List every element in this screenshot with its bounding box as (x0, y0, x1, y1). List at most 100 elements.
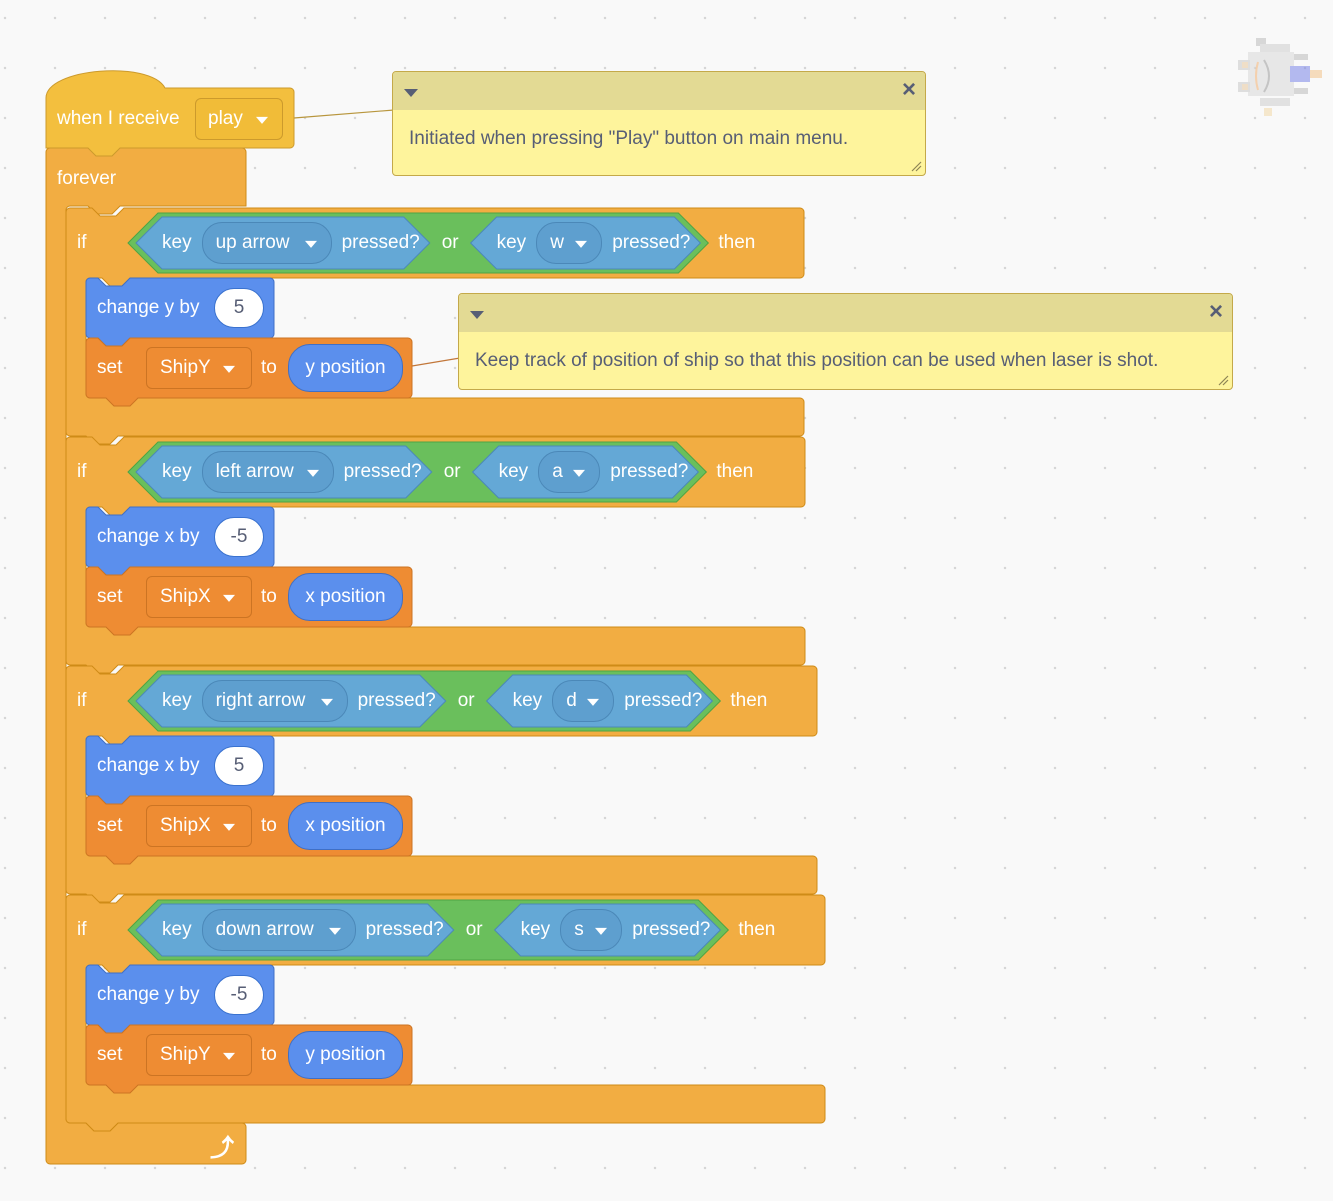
key-value: s (574, 919, 584, 940)
variable-value: ShipY (160, 357, 211, 378)
key-dropdown[interactable]: w (536, 222, 603, 264)
variable-dropdown[interactable]: ShipY (146, 347, 252, 389)
message-value: play (208, 108, 243, 129)
to-label: to (261, 357, 277, 378)
variable-value: ShipX (160, 815, 211, 836)
if-label: if (77, 461, 87, 482)
key-label: key (512, 690, 543, 711)
key-value: right arrow (215, 690, 306, 711)
key-label: key (162, 461, 192, 482)
pressed-label: pressed? (610, 461, 689, 482)
position-reporter[interactable]: y position (288, 1031, 403, 1079)
position-reporter[interactable]: x position (288, 573, 403, 621)
change-value-input[interactable]: 5 (214, 746, 264, 786)
chevron-down-icon (587, 698, 600, 706)
position-reporter[interactable]: x position (288, 802, 403, 850)
set-label: set (97, 815, 123, 836)
key-label: key (520, 919, 551, 940)
chevron-down-icon (575, 240, 588, 248)
then-label: then (738, 919, 776, 940)
pressed-label: pressed? (624, 690, 703, 711)
variable-value: ShipY (160, 1044, 211, 1065)
collapse-comment-icon[interactable] (470, 311, 484, 319)
comment-header[interactable]: × (459, 294, 1232, 332)
change-label: change x by (97, 755, 200, 776)
change-value-input[interactable]: -5 (214, 975, 264, 1015)
change-label: change y by (97, 297, 200, 318)
chevron-down-icon (223, 365, 235, 373)
chevron-down-icon (223, 594, 235, 602)
resize-handle-icon[interactable] (910, 160, 922, 172)
if-label: if (77, 690, 87, 711)
change-label: change y by (97, 984, 200, 1005)
set-label: set (97, 1044, 123, 1065)
chevron-down-icon (223, 823, 235, 831)
to-label: to (261, 815, 277, 836)
key-dropdown[interactable]: d (552, 680, 615, 722)
then-label: then (730, 690, 768, 711)
if-label: if (77, 919, 87, 940)
then-label: then (716, 461, 754, 482)
key-dropdown[interactable]: left arrow (201, 451, 334, 493)
key-value: down arrow (215, 919, 314, 940)
if-label: if (77, 232, 87, 253)
comment-text[interactable]: Initiated when pressing "Play" button on… (409, 128, 848, 150)
forever-label: forever (57, 168, 117, 189)
close-icon[interactable]: × (899, 78, 919, 102)
key-dropdown[interactable]: up arrow (201, 222, 332, 264)
comment-connector-2 (411, 357, 461, 367)
or-label: or (441, 232, 459, 253)
to-label: to (261, 1044, 277, 1065)
chevron-down-icon (595, 927, 608, 935)
message-dropdown[interactable]: play (195, 98, 283, 140)
pressed-label: pressed? (343, 461, 422, 482)
key-value: a (552, 461, 563, 482)
pressed-label: pressed? (612, 232, 691, 253)
loop-arrow-icon: ⤴ (210, 1135, 234, 1162)
key-value: up arrow (215, 232, 290, 253)
or-label: or (465, 919, 483, 940)
variable-dropdown[interactable]: ShipX (146, 805, 252, 847)
close-icon[interactable]: × (1206, 300, 1226, 324)
comment-header[interactable]: × (393, 72, 925, 110)
key-value: left arrow (215, 461, 294, 482)
key-value: d (566, 690, 577, 711)
pressed-label: pressed? (357, 690, 436, 711)
key-dropdown[interactable]: s (560, 909, 623, 951)
chevron-down-icon (573, 469, 586, 477)
key-value: w (550, 232, 564, 253)
change-value-input[interactable]: 5 (214, 288, 264, 328)
key-label: key (162, 919, 192, 940)
or-label: or (443, 461, 461, 482)
chevron-down-icon (256, 116, 268, 124)
pressed-label: pressed? (341, 232, 420, 253)
position-reporter[interactable]: y position (288, 344, 403, 392)
chevron-down-icon (304, 240, 317, 248)
key-label: key (498, 461, 529, 482)
chevron-down-icon (306, 469, 319, 477)
to-label: to (261, 586, 277, 607)
chevron-down-icon (320, 698, 333, 706)
variable-value: ShipX (160, 586, 211, 607)
set-label: set (97, 357, 123, 378)
then-label: then (718, 232, 756, 253)
resize-handle-icon[interactable] (1217, 374, 1229, 386)
key-dropdown[interactable]: a (538, 451, 601, 493)
pressed-label: pressed? (365, 919, 444, 940)
key-dropdown[interactable]: right arrow (201, 680, 348, 722)
comment-play[interactable]: × Initiated when pressing "Play" button … (392, 71, 926, 176)
change-label: change x by (97, 526, 200, 547)
when-i-receive-label: when I receive (57, 108, 180, 129)
collapse-comment-icon[interactable] (404, 89, 418, 97)
comment-text[interactable]: Keep track of position of ship so that t… (475, 350, 1158, 372)
comment-position[interactable]: × Keep track of position of ship so that… (458, 293, 1233, 390)
set-label: set (97, 586, 123, 607)
chevron-down-icon (328, 927, 341, 935)
change-value-input[interactable]: -5 (214, 517, 264, 557)
variable-dropdown[interactable]: ShipY (146, 1034, 252, 1076)
key-label: key (496, 232, 527, 253)
key-label: key (162, 232, 192, 253)
variable-dropdown[interactable]: ShipX (146, 576, 252, 618)
chevron-down-icon (223, 1052, 235, 1060)
key-dropdown[interactable]: down arrow (201, 909, 356, 951)
